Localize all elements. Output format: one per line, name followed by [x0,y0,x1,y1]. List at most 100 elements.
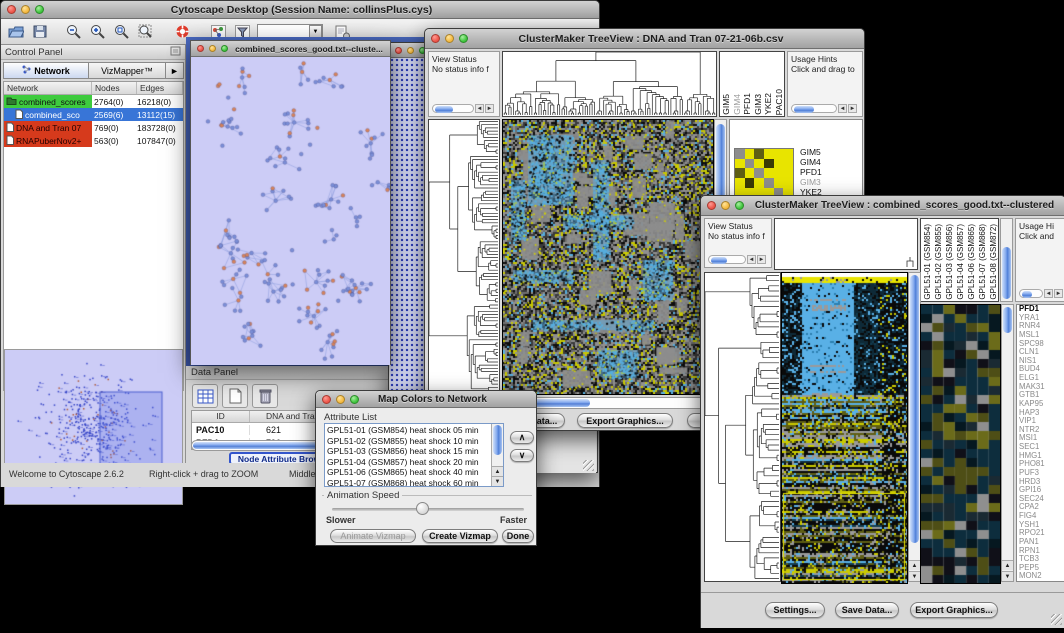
network-graph-canvas[interactable] [191,57,390,365]
attribute-list-item[interactable]: GPL51-01 (GSM854) heat shock 05 min [327,425,501,436]
scroll-down-icon[interactable]: ▼ [909,571,920,581]
close-icon[interactable] [322,395,331,404]
tv1-column-label[interactable]: YKE2 [764,93,774,115]
scroll-thumb[interactable] [1002,247,1011,299]
zoom-selected-icon[interactable] [135,22,157,42]
scroll-up-icon[interactable]: ▲ [1002,560,1013,570]
zoom-window-icon[interactable] [459,34,468,43]
network-row[interactable]: DNA and Tran 07769(0)183728(0) [4,121,183,134]
float-panel-icon[interactable] [170,43,181,61]
scroll-right-icon[interactable]: ► [848,104,857,113]
resize-grip[interactable] [1051,614,1062,625]
resize-grip[interactable] [583,460,594,471]
attribute-list-item[interactable]: GPL51-03 (GSM856) heat shock 15 min [327,446,501,457]
minimize-icon[interactable] [209,45,216,52]
tv2-row-dendrogram[interactable] [704,272,781,582]
window-controls[interactable] [707,201,744,210]
tv2-usage-scrollbar[interactable]: ◄► [1019,289,1063,298]
tv2-column-label[interactable]: GPL51-04 (GSM857) [955,224,966,300]
tab-[interactable]: ► [166,62,184,79]
tv2-column-label[interactable]: GPL51-03 (GSM856) [944,224,955,300]
tv1-button-exportgraphics[interactable]: Export Graphics... [577,413,673,428]
tv2-gene-label[interactable]: MON2 [1019,572,1064,581]
column-header-network[interactable]: Network [4,82,92,94]
close-icon[interactable] [395,47,402,54]
tv2-header-scrollbar[interactable] [1000,218,1013,302]
tv2-column-label[interactable]: GPL51-01 (GSM854) [922,224,933,300]
tv1-row-label[interactable]: GIM4 [800,157,826,167]
zoom-in-icon[interactable] [87,22,109,42]
speed-slider-thumb[interactable] [416,502,429,515]
select-attributes-icon[interactable] [192,384,218,408]
tv2-gene-labels[interactable]: PFD1YRA1RNR4MSL1SPC98CLN1NIS1BUD4ELG1MAK… [1016,304,1064,582]
attribute-list-item[interactable]: GPL51-04 (GSM857) heat shock 20 min [327,457,501,468]
tv2-column-label[interactable]: GPL51-07 (GSM868) [977,224,988,300]
column-header-edges[interactable]: Edges [137,82,183,94]
tv1-status-scrollbar[interactable]: ◄► [432,104,494,113]
tab-vizmapper[interactable]: VizMapper™ [89,62,166,79]
tv2-zoom-heatmap[interactable] [920,304,1001,584]
dialog-titlebar[interactable]: Map Colors to Network [316,391,536,408]
tv1-heatmap[interactable] [502,119,714,395]
zoom-fit-icon[interactable] [111,22,133,42]
minimize-icon[interactable] [445,34,454,43]
save-icon[interactable] [29,22,51,42]
close-icon[interactable] [431,34,440,43]
cytoscape-titlebar[interactable]: Cytoscape Desktop (Session Name: collins… [1,1,599,19]
tv1-column-label[interactable]: GIM4 [733,94,743,115]
treeview1-titlebar[interactable]: ClusterMaker TreeView : DNA and Tran 07-… [425,29,864,49]
zoom-out-icon[interactable] [63,22,85,42]
tv1-column-label[interactable]: GIM5 [722,94,732,115]
tv1-row-label[interactable]: GIM3 [800,177,826,187]
minimize-icon[interactable] [336,395,345,404]
tv1-column-label[interactable]: PAC10 [775,89,785,115]
open-folder-icon[interactable] [5,22,27,42]
scroll-up-icon[interactable]: ▲ [909,560,920,570]
tv2-column-dendrogram[interactable] [774,218,918,270]
zoom-window-icon[interactable] [221,45,228,52]
scroll-thumb[interactable] [910,275,919,543]
scroll-left-icon[interactable]: ◄ [747,255,756,264]
window-controls[interactable] [197,45,228,52]
zoom-window-icon[interactable] [350,395,359,404]
delete-attribute-icon[interactable] [252,384,278,408]
zoom-window-icon[interactable] [735,201,744,210]
zoom-window-icon[interactable] [35,5,44,14]
tv1-column-label[interactable]: GIM3 [754,94,764,115]
scroll-down-icon[interactable]: ▼ [1002,571,1013,581]
animate-vizmap-button[interactable]: Animate Vizmap [330,529,416,543]
column-header-nodes[interactable]: Nodes [92,82,137,94]
minimize-icon[interactable] [21,5,30,14]
tab-network[interactable]: Network [3,62,89,79]
close-icon[interactable] [197,45,204,52]
attribute-list-scrollbar[interactable]: ▲ ▼ [491,424,503,486]
scroll-left-icon[interactable]: ◄ [475,104,484,113]
tv2-button-settings[interactable]: Settings... [765,602,825,618]
network-view-titlebar[interactable]: combined_scores_good.txt--cluste... [191,41,390,57]
minimize-icon[interactable] [407,47,414,54]
tv1-row-label[interactable]: GIM5 [800,147,826,157]
create-vizmap-button[interactable]: Create Vizmap [422,529,498,543]
scroll-thumb[interactable] [1003,307,1012,333]
tv2-column-label[interactable]: GPL51-02 (GSM855) [933,224,944,300]
scroll-thumb[interactable] [493,425,502,455]
tv2-status-scrollbar[interactable]: ◄► [708,255,766,264]
scroll-right-icon[interactable]: ► [485,104,494,113]
done-button[interactable]: Done [502,529,534,543]
tv1-column-label[interactable]: PFD1 [743,93,753,115]
tv1-row-label[interactable]: PFD1 [800,167,826,177]
tv2-button-exportgraphics[interactable]: Export Graphics... [910,602,998,618]
scroll-right-icon[interactable]: ► [1054,289,1063,298]
tv2-zoom-scrollbar[interactable]: ▲ ▼ [1001,304,1014,582]
attribute-list-item[interactable]: GPL51-02 (GSM855) heat shock 10 min [327,436,501,447]
tv1-column-dendrogram[interactable] [502,51,717,117]
scroll-down-icon[interactable]: ▼ [492,476,503,486]
scroll-left-icon[interactable]: ◄ [1044,289,1053,298]
scroll-left-icon[interactable]: ◄ [838,104,847,113]
treeview2-titlebar[interactable]: ClusterMaker TreeView : combined_scores_… [701,196,1064,216]
close-icon[interactable] [7,5,16,14]
scroll-right-icon[interactable]: ► [757,255,766,264]
window-controls[interactable] [322,395,359,404]
network-row[interactable]: RNAPuberNov2+563(0)107847(0) [4,134,183,147]
scroll-up-icon[interactable]: ▲ [492,466,503,476]
